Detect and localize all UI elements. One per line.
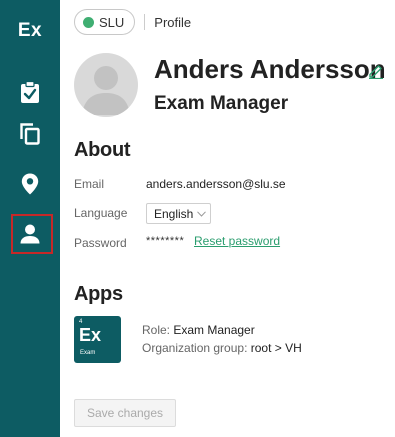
active-indicator (11, 214, 53, 254)
app-logo[interactable]: Ex (0, 20, 60, 42)
copy-icon (20, 123, 40, 145)
app-logo-text: Ex (79, 325, 102, 345)
about-heading: About (74, 139, 131, 161)
location-pin-icon (21, 173, 39, 195)
breadcrumb[interactable]: Profile (154, 15, 191, 30)
exam-app-logo[interactable]: 4 Ex Exam (74, 316, 121, 363)
avatar-silhouette-icon (82, 66, 130, 115)
app-role-line: Role: Exam Manager (142, 323, 255, 337)
avatar (74, 53, 138, 117)
save-changes-button[interactable]: Save changes (74, 399, 176, 427)
status-dot (83, 16, 94, 28)
topbar: SLU Profile (60, 0, 395, 44)
reset-password-link[interactable]: Reset password (194, 234, 280, 248)
apps-heading: Apps (74, 283, 123, 305)
language-label: Language (74, 206, 128, 220)
app-role-value: Exam Manager (173, 323, 255, 337)
app-group-value: root > VH (250, 341, 302, 355)
app-role-label: Role: (142, 323, 171, 337)
language-value: English (154, 206, 194, 221)
email-value: anders.andersson@slu.se (146, 177, 286, 191)
edit-pencil-icon[interactable] (368, 63, 384, 79)
breadcrumb-separator (144, 14, 146, 30)
nav-locations[interactable] (0, 164, 60, 204)
chevron-down-icon (197, 210, 207, 217)
nav-exams[interactable] (0, 72, 60, 112)
language-select[interactable]: English (146, 203, 212, 224)
password-label: Password (74, 236, 127, 250)
profile-role: Exam Manager (154, 93, 289, 114)
password-value: ******** (146, 235, 185, 247)
app-group-label: Organization group: (142, 341, 248, 355)
clipboard-check-icon (21, 81, 39, 103)
org-label: SLU (99, 14, 125, 30)
sidebar: Ex (0, 0, 60, 437)
app-group-line: Organization group: root > VH (142, 341, 302, 355)
profile-name: Anders Andersson (154, 54, 386, 84)
org-selector[interactable]: SLU (74, 9, 136, 35)
nav-copies[interactable] (0, 114, 60, 154)
app-logo-subtext: Exam (80, 350, 96, 356)
nav-profile[interactable] (0, 214, 60, 254)
email-label: Email (74, 177, 105, 191)
